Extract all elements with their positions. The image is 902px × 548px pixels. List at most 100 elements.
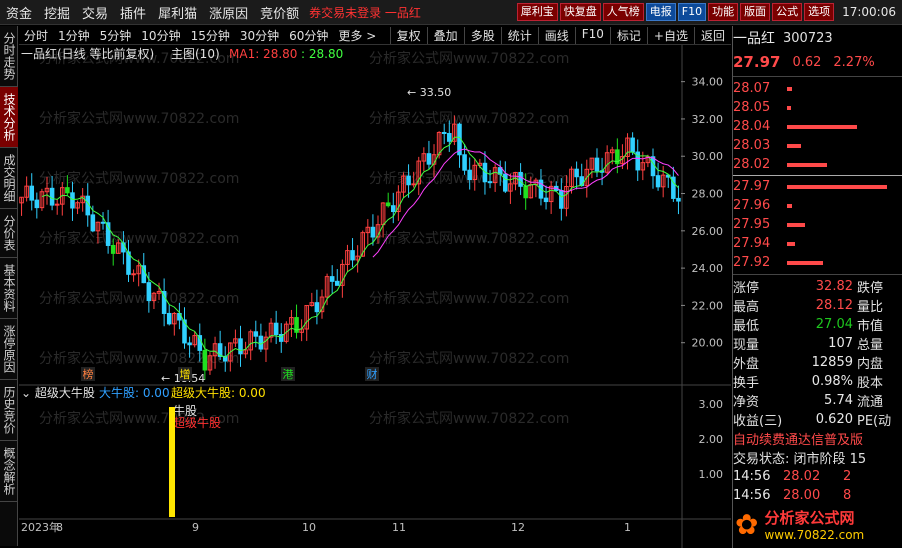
tool-button-3[interactable]: 统计: [500, 26, 538, 44]
left-tab-6[interactable]: 历史竞价: [0, 380, 18, 441]
quick-button-6[interactable]: 版面: [740, 3, 771, 21]
change: 0.62: [792, 54, 822, 70]
trade-status: 交易状态: 闭市阶段 15: [733, 452, 867, 467]
candle: [594, 157, 600, 172]
sell-bar: [787, 86, 792, 91]
quote-label2: 量比: [857, 300, 884, 315]
left-tab-3[interactable]: 分价表: [0, 209, 18, 258]
quick-button-8[interactable]: 选项: [804, 3, 835, 21]
sell-price: 28.02: [733, 157, 771, 172]
ma-extra: : 28.80: [301, 47, 343, 61]
x-tick: 1: [624, 521, 631, 534]
stock-code: 300723: [783, 30, 833, 46]
period-tab-2[interactable]: 5分钟: [95, 27, 137, 44]
notice[interactable]: 自动续费通达信普及版: [733, 429, 902, 448]
tool-button-1[interactable]: 叠加: [426, 26, 464, 44]
menu-item-6[interactable]: 竞价额: [254, 3, 305, 22]
price: 27.97: [733, 53, 781, 71]
quick-button-3[interactable]: 电报: [645, 3, 676, 21]
watermark: 分析家公式网www.70822.com: [369, 350, 569, 367]
candle: [518, 171, 523, 187]
candle: [253, 331, 259, 337]
buy-row: 27.94: [733, 234, 902, 253]
candle: [447, 133, 452, 142]
left-tab-0[interactable]: 分时走势: [0, 26, 18, 87]
period-tab-4[interactable]: 15分钟: [186, 27, 235, 44]
candle: [391, 205, 396, 213]
tool-button-2[interactable]: 多股: [463, 26, 501, 44]
ma-label: MA1: 28.80: [229, 47, 297, 61]
promo-text[interactable]: 券交易未登录 一品红: [309, 4, 421, 21]
quote-row: 净资 5.74 流通: [733, 391, 902, 410]
quote-row: 收益(三) 0.620 PE(动: [733, 410, 902, 429]
sell-price: 28.05: [733, 100, 771, 115]
kline-chart[interactable]: 分析家公式网www.70822.com 分析家公式网www.70822.com 分析…: [19, 45, 731, 548]
tick-price: 28.00: [783, 488, 821, 503]
period-tab-6[interactable]: 60分钟: [284, 27, 333, 44]
menu-item-4[interactable]: 犀利猫: [152, 3, 203, 22]
clock: 17:00:06: [842, 5, 896, 19]
sub-y-tick: 1.00: [699, 468, 724, 481]
quote-panel: 一品红 300723 27.97 0.62 2.27% 28.07 28.05 28.04 28…: [732, 26, 902, 548]
left-tab-2[interactable]: 成交明细: [0, 148, 18, 209]
quote-label2: PE(动: [857, 414, 892, 429]
period-tab-1[interactable]: 1分钟: [53, 27, 95, 44]
tool-button-4[interactable]: 画线: [537, 26, 575, 44]
quote-label2: 流通: [857, 395, 884, 410]
watermark: 分析家公式网www.70822.com: [39, 230, 239, 247]
quote-label2: 内盘: [857, 357, 884, 372]
logo-text: 分析家公式网 www.70822.com: [764, 507, 864, 542]
buy-bar: [787, 184, 887, 189]
price-row: 27.97 0.62 2.27%: [733, 50, 902, 74]
sell-price: 28.07: [733, 81, 771, 96]
logo-url: www.70822.com: [764, 527, 865, 542]
stock-header: 一品红 300723: [733, 26, 902, 50]
candle: [334, 280, 340, 286]
menu-item-5[interactable]: 涨原因: [203, 3, 254, 22]
quote-row: 最低 27.04 市值: [733, 315, 902, 334]
quick-button-5[interactable]: 功能: [708, 3, 739, 21]
watermark: 分析家公式网www.70822.com: [39, 110, 239, 127]
left-tab-7[interactable]: 概念解析: [0, 441, 18, 502]
menu-item-3[interactable]: 插件: [114, 3, 152, 22]
candle: [385, 202, 391, 207]
sell-bar: [787, 143, 801, 148]
tool-button-5[interactable]: F10: [574, 26, 610, 44]
sell-bar: [787, 105, 791, 110]
sell-row: 28.02: [733, 155, 902, 174]
tool-button-6[interactable]: 标记: [609, 26, 647, 44]
buy-bar: [787, 260, 823, 265]
tool-button-7[interactable]: +自选: [646, 26, 694, 44]
quick-button-1[interactable]: 快复盘: [559, 3, 601, 21]
menu-item-0[interactable]: 资金: [0, 3, 38, 22]
tool-button-0[interactable]: 复权: [389, 26, 427, 44]
tick-row: 14:56 28.00 8: [733, 486, 902, 505]
period-tab-5[interactable]: 30分钟: [235, 27, 284, 44]
menu-item-1[interactable]: 挖掘: [38, 3, 76, 22]
period-tab-3[interactable]: 10分钟: [136, 27, 185, 44]
menu-item-2[interactable]: 交易: [76, 3, 114, 22]
left-tab-1[interactable]: 技术分析: [0, 87, 18, 148]
candle: [29, 185, 35, 201]
candle: [370, 226, 376, 238]
quick-button-0[interactable]: 犀利宝: [516, 3, 558, 21]
left-tab-4[interactable]: 基本资料: [0, 258, 18, 319]
quick-button-4[interactable]: F10: [677, 3, 707, 21]
left-tab-5[interactable]: 涨停原因: [0, 319, 18, 380]
quote-value: 0.620: [815, 412, 853, 427]
quote-label2: 市值: [857, 319, 884, 334]
quick-buttons: 犀利宝 快复盘 人气榜 电报 F10 功能 版面 公式 选项: [516, 2, 835, 22]
chart-tools: 复权 叠加 多股 统计 画线 F10 标记 +自选 返回: [389, 26, 731, 44]
candle: [100, 221, 106, 224]
sell-bar: [787, 162, 827, 167]
tool-button-8[interactable]: 返回: [693, 26, 731, 44]
period-tab-0[interactable]: 分时: [19, 27, 53, 44]
y-tick: 32.00: [692, 113, 724, 126]
sell-price: 28.03: [733, 138, 771, 153]
candle: [523, 185, 528, 199]
period-tab-7[interactable]: 更多 >: [333, 27, 381, 44]
quick-button-7[interactable]: 公式: [772, 3, 803, 21]
buy-price: 27.96: [733, 198, 771, 213]
quote-label: 外盘: [733, 357, 760, 372]
quick-button-2[interactable]: 人气榜: [602, 3, 644, 21]
